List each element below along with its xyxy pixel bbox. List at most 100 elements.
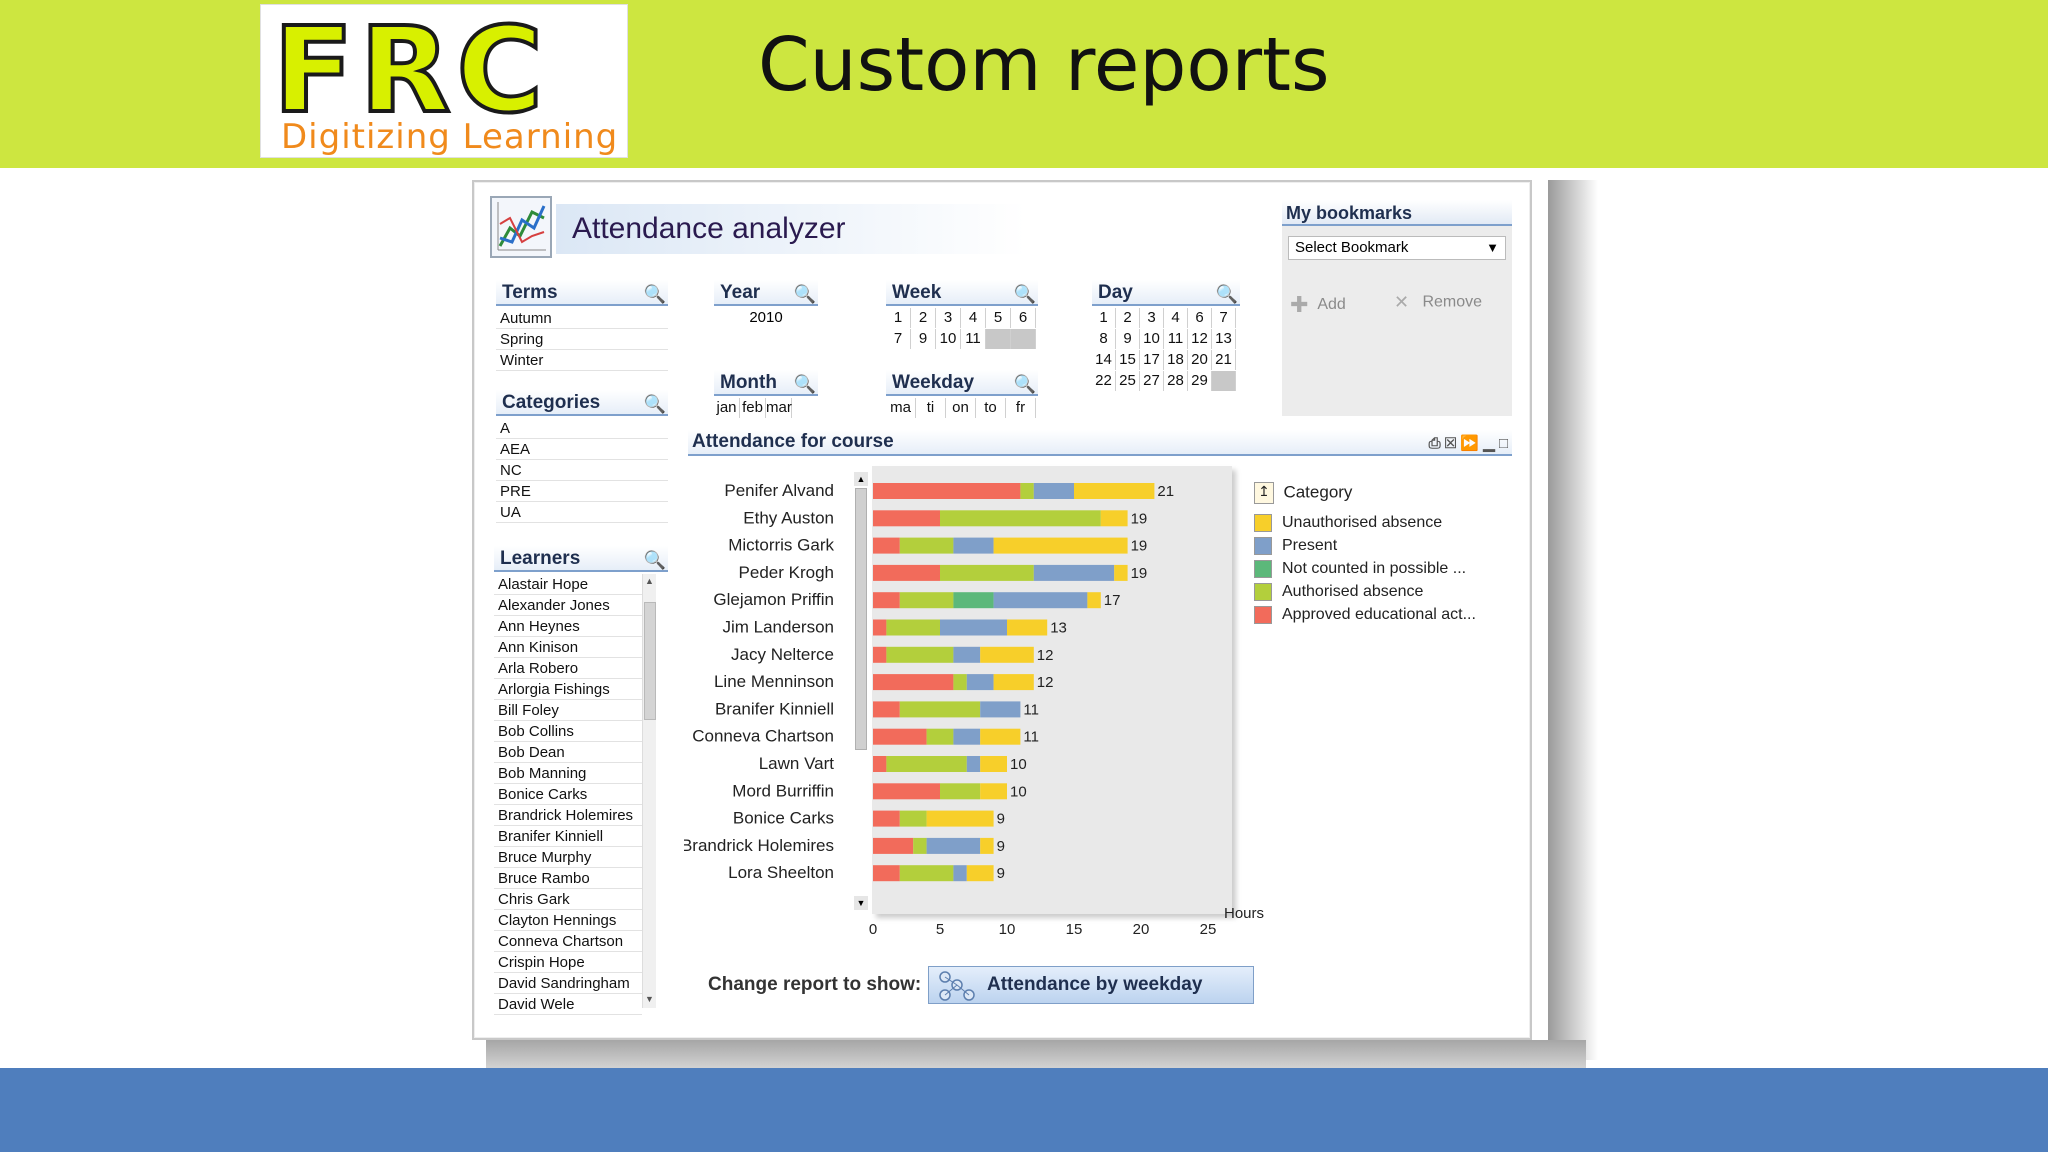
chevron-down-icon[interactable]: ▼ (1486, 237, 1499, 259)
week-listbox-title[interactable]: Week 🔍 (886, 280, 1038, 306)
list-item[interactable]: 1 (1092, 308, 1116, 328)
list-item[interactable]: Bonice Carks (494, 784, 642, 805)
learners-scrollbar[interactable]: ▲ ▼ (642, 574, 656, 1008)
list-item[interactable]: AEA (496, 439, 668, 460)
month-listbox-title[interactable]: Month 🔍 (714, 370, 818, 396)
list-item[interactable]: David Wele (494, 994, 642, 1015)
list-item[interactable]: 10 (936, 329, 961, 349)
list-item[interactable]: NC (496, 460, 668, 481)
list-item[interactable]: 2 (1116, 308, 1140, 328)
list-item[interactable]: 11 (1164, 329, 1188, 349)
list-item[interactable]: to (976, 398, 1006, 418)
list-item[interactable]: A (496, 418, 668, 439)
list-item[interactable]: Ann Heynes (494, 616, 642, 637)
list-item[interactable]: David Sandringham (494, 973, 642, 994)
scroll-down-arrow-icon[interactable]: ▼ (645, 994, 654, 1004)
list-item[interactable]: Bruce Rambo (494, 868, 642, 889)
list-item[interactable]: Clayton Hennings (494, 910, 642, 931)
list-item[interactable]: 14 (1092, 350, 1116, 370)
list-item[interactable]: Conneva Chartson (494, 931, 642, 952)
list-item[interactable]: 17 (1140, 350, 1164, 370)
search-icon[interactable]: 🔍 (644, 391, 666, 417)
list-item[interactable]: on (946, 398, 976, 418)
list-item[interactable]: 29 (1188, 371, 1212, 391)
list-item[interactable]: 8 (1092, 329, 1116, 349)
search-icon[interactable]: 🔍 (794, 281, 816, 307)
print-icon[interactable]: ⎙ (1429, 435, 1441, 452)
list-item[interactable]: Crispin Hope (494, 952, 642, 973)
list-item[interactable]: 18 (1164, 350, 1188, 370)
list-item[interactable]: Bill Foley (494, 700, 642, 721)
categories-listbox-title[interactable]: Categories 🔍 (496, 390, 668, 416)
list-item[interactable]: 13 (1212, 329, 1236, 349)
list-item[interactable]: Winter (496, 350, 668, 371)
list-item[interactable]: feb (740, 398, 766, 418)
list-item[interactable]: 22 (1092, 371, 1116, 391)
list-item[interactable]: 9 (911, 329, 936, 349)
list-item[interactable] (986, 329, 1011, 349)
scroll-up-arrow-icon[interactable]: ▲ (645, 576, 654, 586)
list-item[interactable]: ma (886, 398, 916, 418)
list-item[interactable]: 6 (1011, 308, 1036, 328)
sort-up-icon[interactable]: ↥ (1254, 482, 1274, 504)
list-item[interactable]: UA (496, 502, 668, 523)
list-item[interactable]: 27 (1140, 371, 1164, 391)
list-item[interactable]: 9 (1116, 329, 1140, 349)
list-item[interactable]: Brandrick Holemires (494, 805, 642, 826)
legend-header[interactable]: ↥ Category (1254, 482, 1352, 504)
list-item[interactable]: Alexander Jones (494, 595, 642, 616)
search-icon[interactable]: 🔍 (644, 281, 666, 307)
remove-bookmark-button[interactable]: ✕ Remove (1394, 292, 1482, 313)
list-item[interactable]: Arla Robero (494, 658, 642, 679)
list-item[interactable]: 12 (1188, 329, 1212, 349)
list-item[interactable]: 21 (1212, 350, 1236, 370)
list-item[interactable]: Bob Manning (494, 763, 642, 784)
list-item[interactable]: 15 (1116, 350, 1140, 370)
list-item[interactable]: 11 (961, 329, 986, 349)
list-item[interactable]: 5 (986, 308, 1011, 328)
list-item[interactable]: 1 (886, 308, 911, 328)
list-item[interactable]: Ann Kinison (494, 637, 642, 658)
list-item[interactable]: 3 (1140, 308, 1164, 328)
list-item[interactable]: jan (714, 398, 740, 418)
list-item[interactable]: Bob Collins (494, 721, 642, 742)
list-item[interactable]: 25 (1116, 371, 1140, 391)
list-item[interactable]: 4 (961, 308, 986, 328)
list-item[interactable]: 10 (1140, 329, 1164, 349)
list-item[interactable]: Spring (496, 329, 668, 350)
list-item[interactable]: 20 (1188, 350, 1212, 370)
list-item[interactable]: 4 (1164, 308, 1188, 328)
list-item[interactable]: fr (1006, 398, 1036, 418)
minimize-icon[interactable]: ▁ (1483, 435, 1495, 452)
list-item[interactable] (1011, 329, 1036, 349)
search-icon[interactable]: 🔍 (794, 371, 816, 397)
list-item[interactable]: 6 (1188, 308, 1212, 328)
list-item[interactable]: 7 (1212, 308, 1236, 328)
list-item[interactable]: Autumn (496, 308, 668, 329)
list-item[interactable]: mar (766, 398, 792, 418)
search-icon[interactable]: 🔍 (1216, 281, 1238, 307)
list-item[interactable]: 28 (1164, 371, 1188, 391)
list-item[interactable]: 2 (911, 308, 936, 328)
list-item[interactable]: Branifer Kinniell (494, 826, 642, 847)
list-item[interactable]: 7 (886, 329, 911, 349)
list-item[interactable]: Chris Gark (494, 889, 642, 910)
fast-forward-icon[interactable]: ⏩ (1460, 435, 1479, 452)
maximize-icon[interactable]: □ (1499, 435, 1508, 452)
search-icon[interactable]: 🔍 (644, 547, 666, 573)
weekday-listbox-title[interactable]: Weekday 🔍 (886, 370, 1038, 396)
learners-listbox-title[interactable]: Learners 🔍 (494, 546, 668, 572)
list-item[interactable]: Bob Dean (494, 742, 642, 763)
excel-export-icon[interactable]: ☒ (1445, 435, 1456, 452)
list-item[interactable] (1212, 371, 1236, 391)
search-icon[interactable]: 🔍 (1014, 371, 1036, 397)
search-icon[interactable]: 🔍 (1014, 281, 1036, 307)
year-listbox-title[interactable]: Year 🔍 (714, 280, 818, 306)
list-item[interactable]: PRE (496, 481, 668, 502)
list-item[interactable]: Bruce Murphy (494, 847, 642, 868)
year-item[interactable]: 2010 (714, 308, 818, 328)
day-listbox-title[interactable]: Day 🔍 (1092, 280, 1240, 306)
add-bookmark-button[interactable]: ✚ Add (1290, 292, 1346, 318)
attendance-by-weekday-button[interactable]: Attendance by weekday (928, 966, 1254, 1004)
bookmark-select[interactable]: Select Bookmark ▼ (1288, 236, 1506, 260)
